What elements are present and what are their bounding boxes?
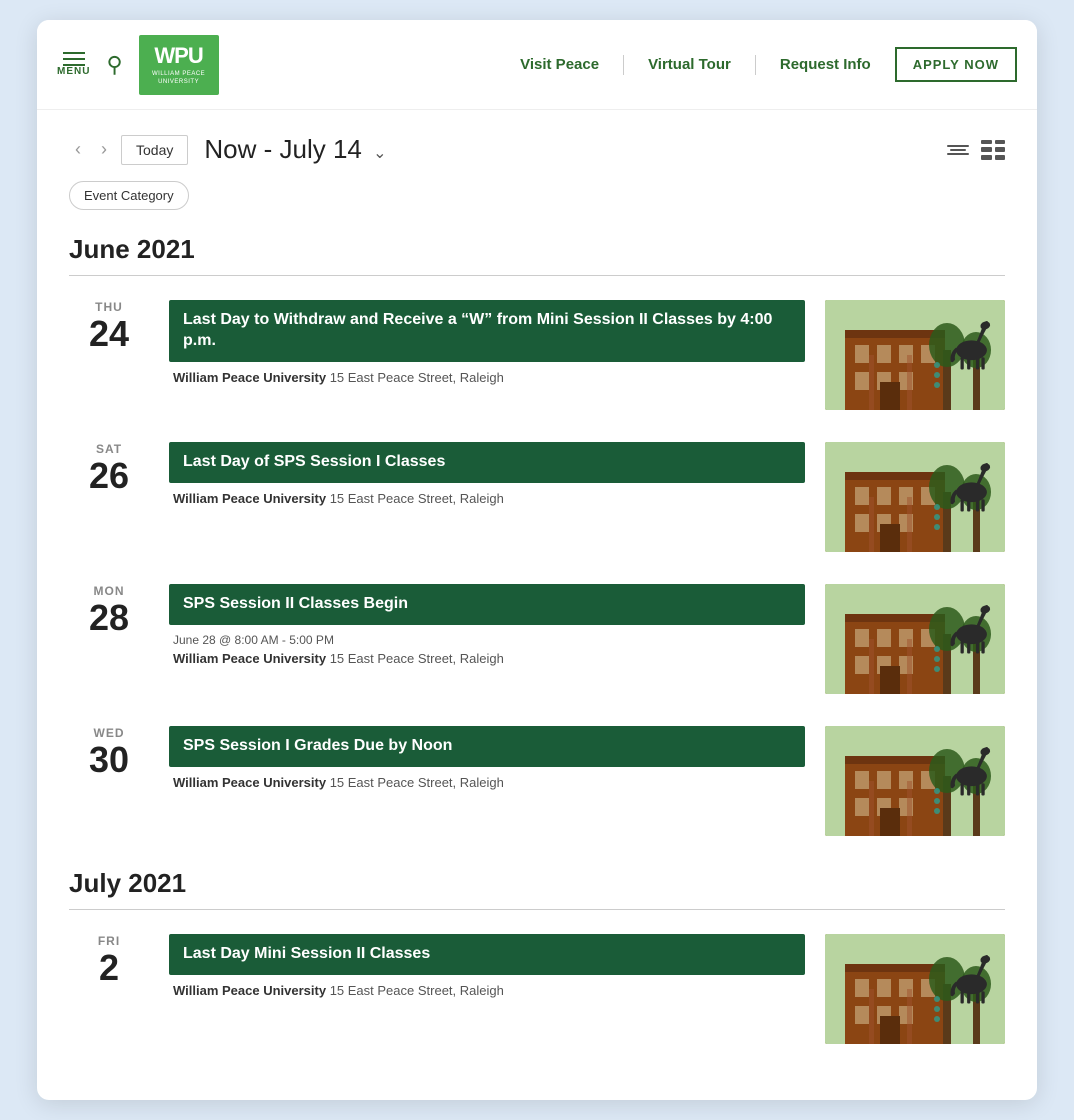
event-date: MON 28 xyxy=(69,584,149,636)
calendar-header: ‹ › Today Now - July 14 ⌄ xyxy=(69,134,1005,165)
event-title[interactable]: Last Day to Withdraw and Receive a “W” f… xyxy=(169,300,805,362)
nav-divider-2 xyxy=(755,55,756,75)
event-day-name: FRI xyxy=(69,934,149,948)
logo[interactable]: WPU WILLIAM PEACE UNIVERSITY xyxy=(139,35,219,95)
navbar: MENU ⚲ WPU WILLIAM PEACE UNIVERSITY Visi… xyxy=(37,20,1037,110)
event-date: SAT 26 xyxy=(69,442,149,494)
event-day-name: MON xyxy=(69,584,149,598)
event-location: William Peace University 15 East Peace S… xyxy=(169,491,805,506)
event-thumbnail[interactable] xyxy=(825,934,1005,1044)
event-location: William Peace University 15 East Peace S… xyxy=(169,983,805,998)
table-row: FRI 2 Last Day Mini Session II Classes Wil… xyxy=(69,934,1005,1044)
today-button[interactable]: Today xyxy=(121,135,188,165)
calendar-tools xyxy=(947,140,1005,160)
event-date: FRI 2 xyxy=(69,934,149,986)
nav-divider-1 xyxy=(623,55,624,75)
month-title: June 2021 xyxy=(69,234,1005,276)
event-thumbnail[interactable] xyxy=(825,300,1005,410)
event-title[interactable]: Last Day of SPS Session I Classes xyxy=(169,442,805,483)
nav-left: MENU ⚲ WPU WILLIAM PEACE UNIVERSITY xyxy=(57,35,520,95)
table-row: SAT 26 Last Day of SPS Session I Classes W… xyxy=(69,442,1005,552)
event-date: THU 24 xyxy=(69,300,149,352)
logo-sub: WILLIAM PEACE UNIVERSITY xyxy=(139,71,219,85)
event-details: SPS Session II Classes Begin June 28 @ 8:… xyxy=(169,584,805,666)
search-icon[interactable]: ⚲ xyxy=(106,52,122,78)
browser-frame: MENU ⚲ WPU WILLIAM PEACE UNIVERSITY Visi… xyxy=(37,20,1037,1100)
list-view-icon[interactable] xyxy=(981,140,1005,160)
event-details: Last Day to Withdraw and Receive a “W” f… xyxy=(169,300,805,385)
event-location: William Peace University 15 East Peace S… xyxy=(169,651,805,666)
logo-inner: WPU WILLIAM PEACE UNIVERSITY xyxy=(139,43,219,85)
event-details: Last Day Mini Session II Classes William … xyxy=(169,934,805,998)
months-container: June 2021 THU 24 Last Day to Withdraw and … xyxy=(69,234,1005,1044)
event-thumbnail[interactable] xyxy=(825,442,1005,552)
event-category-button[interactable]: Event Category xyxy=(69,181,189,210)
event-thumbnail[interactable] xyxy=(825,584,1005,694)
request-info-link[interactable]: Request Info xyxy=(780,56,871,73)
table-row: THU 24 Last Day to Withdraw and Receive a… xyxy=(69,300,1005,410)
next-arrow[interactable]: › xyxy=(95,137,113,162)
event-location: William Peace University 15 East Peace S… xyxy=(169,370,805,385)
table-row: WED 30 SPS Session I Grades Due by Noon Wi… xyxy=(69,726,1005,836)
month-section: June 2021 THU 24 Last Day to Withdraw and … xyxy=(69,234,1005,836)
virtual-tour-link[interactable]: Virtual Tour xyxy=(648,56,731,73)
month-section: July 2021 FRI 2 Last Day Mini Session II C… xyxy=(69,868,1005,1044)
calendar-nav: ‹ › Today Now - July 14 ⌄ xyxy=(69,134,387,165)
prev-arrow[interactable]: ‹ xyxy=(69,137,87,162)
filter-icon[interactable] xyxy=(947,145,969,155)
event-day-name: THU xyxy=(69,300,149,314)
event-title[interactable]: SPS Session II Classes Begin xyxy=(169,584,805,625)
event-date: WED 30 xyxy=(69,726,149,778)
event-day-num: 26 xyxy=(69,458,149,494)
event-thumbnail[interactable] xyxy=(825,726,1005,836)
apply-now-button[interactable]: APPLY NOW xyxy=(895,47,1017,82)
date-range-caret[interactable]: ⌄ xyxy=(373,145,386,162)
menu-label: MENU xyxy=(57,66,90,77)
main-content: ‹ › Today Now - July 14 ⌄ xyxy=(37,110,1037,1100)
event-title[interactable]: SPS Session I Grades Due by Noon xyxy=(169,726,805,767)
event-day-name: WED xyxy=(69,726,149,740)
logo-text: WPU xyxy=(154,43,202,69)
month-title: July 2021 xyxy=(69,868,1005,910)
event-day-num: 28 xyxy=(69,600,149,636)
event-day-num: 24 xyxy=(69,316,149,352)
visit-peace-link[interactable]: Visit Peace xyxy=(520,56,599,73)
date-range: Now - July 14 ⌄ xyxy=(204,134,386,165)
event-day-num: 2 xyxy=(69,950,149,986)
nav-right: Visit Peace Virtual Tour Request Info AP… xyxy=(520,47,1017,82)
event-day-name: SAT xyxy=(69,442,149,456)
event-title[interactable]: Last Day Mini Session II Classes xyxy=(169,934,805,975)
event-details: SPS Session I Grades Due by Noon William … xyxy=(169,726,805,790)
event-details: Last Day of SPS Session I Classes William… xyxy=(169,442,805,506)
hamburger-icon xyxy=(63,52,85,66)
event-location: William Peace University 15 East Peace S… xyxy=(169,775,805,790)
date-range-text: Now - July 14 xyxy=(204,134,362,164)
table-row: MON 28 SPS Session II Classes Begin June 2… xyxy=(69,584,1005,694)
event-time: June 28 @ 8:00 AM - 5:00 PM xyxy=(169,633,805,647)
menu-button[interactable]: MENU xyxy=(57,52,90,77)
event-day-num: 30 xyxy=(69,742,149,778)
